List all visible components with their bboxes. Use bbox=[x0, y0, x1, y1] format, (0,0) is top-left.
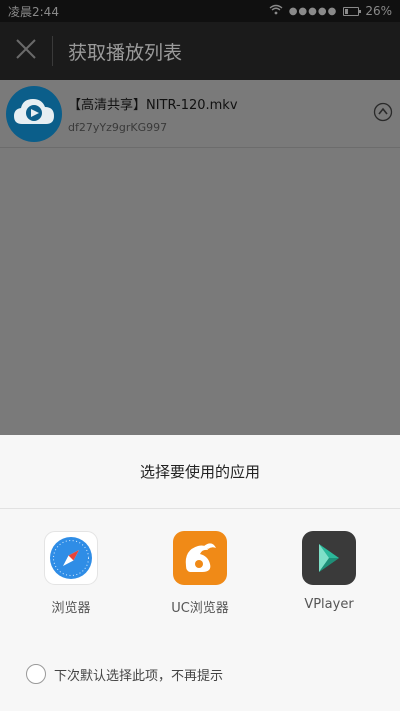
status-time: 凌晨2:44 bbox=[8, 4, 59, 19]
file-list: 【高清共享】NITR-120.mkv df27yYz9grKG997 bbox=[0, 80, 400, 435]
status-right: ●●●●● 26% bbox=[269, 4, 392, 18]
app-label: UC浏览器 bbox=[171, 601, 229, 616]
close-button[interactable] bbox=[0, 22, 52, 80]
file-info: 【高清共享】NITR-120.mkv df27yYz9grKG997 bbox=[68, 94, 238, 134]
close-icon bbox=[15, 38, 37, 64]
signal-strength: ●●●●● bbox=[288, 5, 338, 17]
safari-compass-icon bbox=[44, 531, 98, 585]
status-bar: 凌晨2:44 ●●●●● 26% bbox=[0, 0, 400, 22]
app-chooser-sheet: 选择要使用的应用 浏览器 UC浏览器 VPlayer 下次默认选择此项，不再提示 bbox=[0, 435, 400, 711]
app-label: 浏览器 bbox=[51, 601, 91, 616]
app-vplayer[interactable]: VPlayer bbox=[274, 531, 384, 612]
battery-icon bbox=[343, 6, 362, 16]
vplayer-icon bbox=[302, 531, 356, 585]
list-item[interactable]: 【高清共享】NITR-120.mkv df27yYz9grKG997 bbox=[0, 80, 400, 148]
expand-up-icon[interactable] bbox=[373, 102, 393, 122]
app-label: VPlayer bbox=[304, 597, 354, 612]
remember-choice-label: 下次默认选择此项，不再提示 bbox=[54, 668, 224, 684]
chooser-title: 选择要使用的应用 bbox=[0, 435, 400, 509]
title-bar: 获取播放列表 bbox=[0, 22, 400, 80]
file-id: df27yYz9grKG997 bbox=[68, 120, 168, 134]
cloud-play-icon bbox=[6, 85, 62, 142]
remember-choice-radio[interactable] bbox=[26, 664, 46, 684]
page-title: 获取播放列表 bbox=[68, 41, 183, 64]
battery-level-fill bbox=[345, 8, 349, 14]
battery-percent: 26% bbox=[365, 4, 392, 18]
wifi-icon bbox=[269, 4, 283, 18]
file-name: 【高清共享】NITR-120.mkv bbox=[68, 97, 238, 113]
uc-squirrel-icon bbox=[173, 531, 227, 585]
remember-choice-row[interactable]: 下次默认选择此项，不再提示 bbox=[26, 664, 223, 684]
app-browser[interactable]: 浏览器 bbox=[16, 531, 126, 616]
app-uc-browser[interactable]: UC浏览器 bbox=[145, 531, 255, 616]
